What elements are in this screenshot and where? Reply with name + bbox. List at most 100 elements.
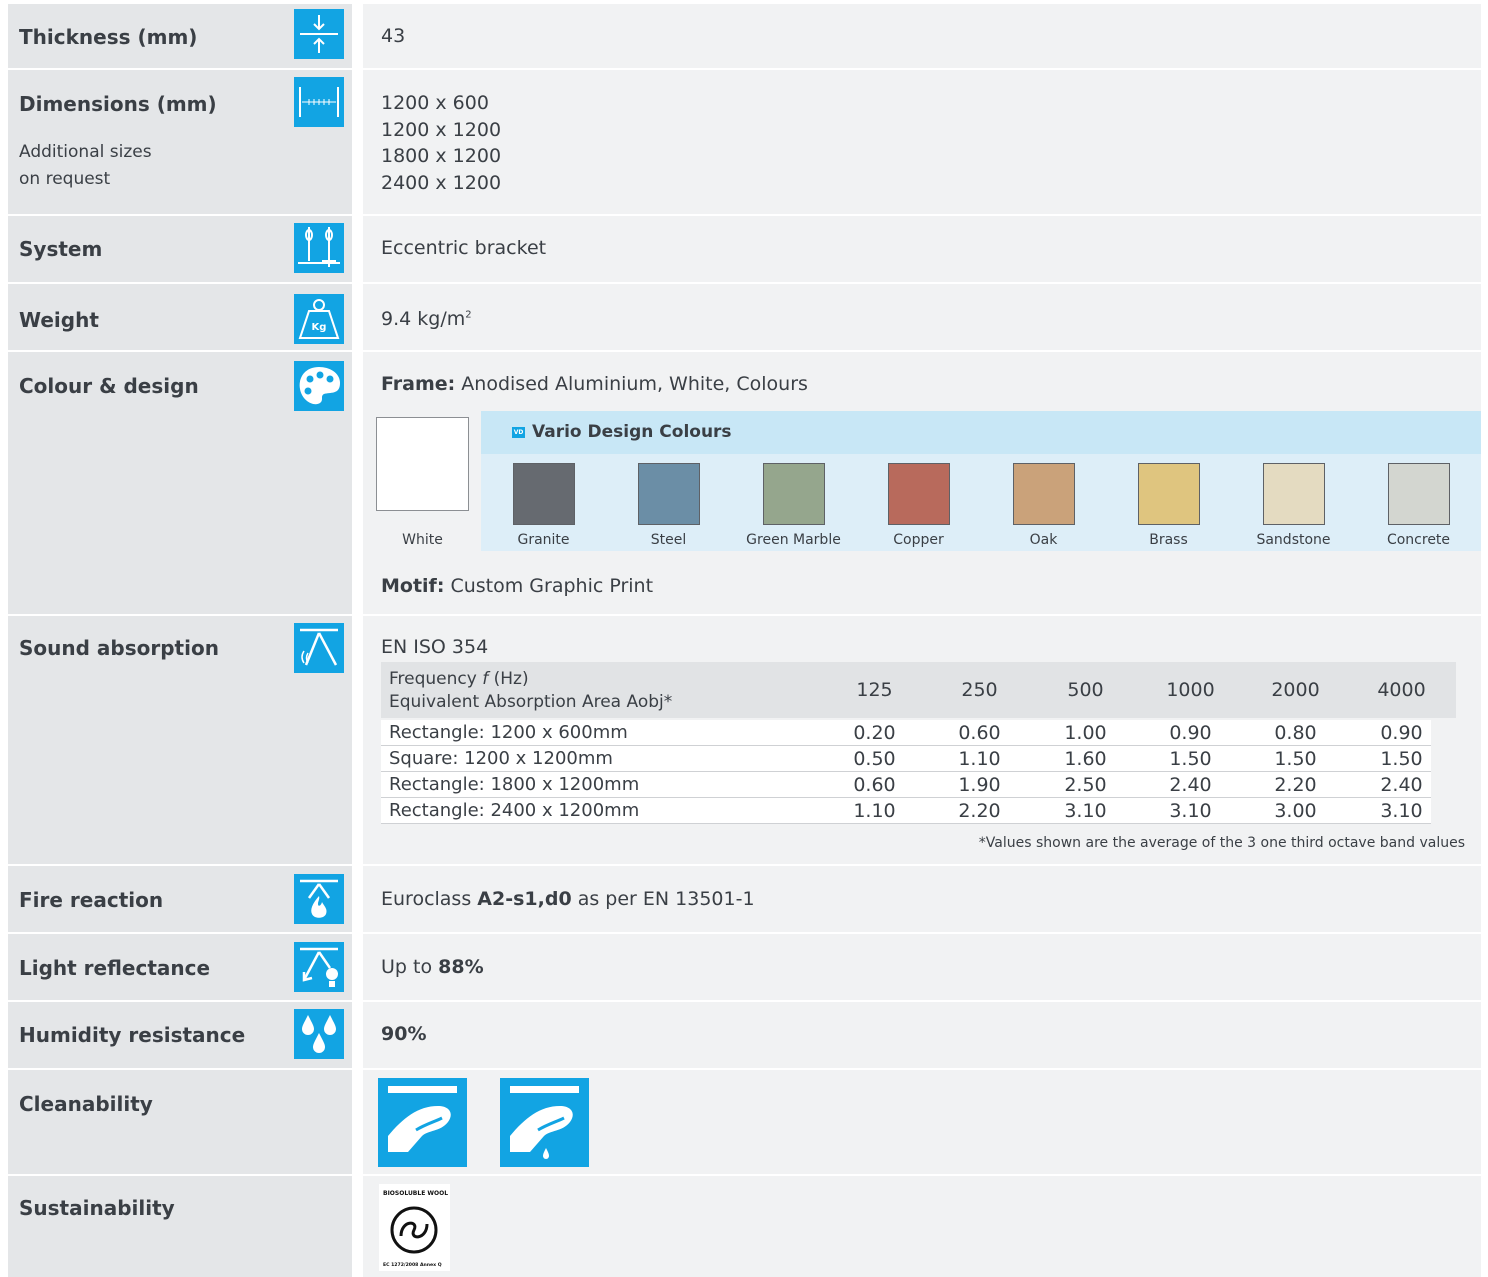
swatch-label: Copper [893,532,944,548]
label-cell: Colour & design [8,352,352,614]
palette-icon [294,361,344,411]
table-row: Square: 1200 x 1200mm 0.50 1.10 1.60 1.5… [381,746,1431,772]
weight-kg-icon: Kg [294,294,344,344]
white-swatch-label: White [402,532,443,548]
vario-design-badge: VD [512,427,525,438]
sound-absorption-label: Sound absorption [19,636,219,660]
value-cell: 90% [363,1002,1481,1068]
fire-reaction-icon [294,874,344,924]
light-reflectance-value: Up to 88% [381,956,484,978]
panel-size: Rectangle: 1800 x 1200mm [389,774,640,795]
weight-label: Weight [19,308,99,332]
colour-design-label: Colour & design [19,374,199,398]
frequency-column: 1000 [1166,679,1215,701]
wet-cleaning-icon [500,1078,589,1167]
fire-post: as per EN 13501-1 [571,888,755,910]
panel-size: Square: 1200 x 1200mm [389,748,613,769]
swatch-label: Oak [1029,532,1058,548]
frequency-column: 2000 [1271,679,1320,701]
table-cell: 1.50 [1380,748,1423,770]
table-cell: 3.10 [1064,800,1107,822]
value-cell: Up to 88% [363,934,1481,1000]
swatch-label: Granite [517,532,570,548]
cleanability-label: Cleanability [19,1092,153,1116]
light-pre: Up to [381,956,439,978]
value-cell: Euroclass A2-s1,d0 as per EN 13501-1 [363,866,1481,932]
humidity-drops-icon [294,1009,344,1059]
table-cell: 1.10 [958,748,1001,770]
table-row: Rectangle: 1200 x 600mm 0.20 0.60 1.00 0… [381,720,1431,746]
light-reflectance-icon [294,942,344,992]
swatch-label: Brass [1149,532,1188,548]
dimensions-row: Dimensions (mm) Additional sizes on requ… [8,70,1481,214]
colour-design-row: Colour & design Frame: Anodised Aluminiu… [8,352,1481,614]
table-cell: 3.00 [1274,800,1317,822]
table-cell: 1.50 [1274,748,1317,770]
weight-icon-text: Kg [312,322,327,333]
motif-value: Custom Graphic Print [450,575,654,597]
light-reflectance-label: Light reflectance [19,956,211,980]
sound-footnote: *Values shown are the average of the 3 o… [978,835,1465,851]
motif-text: Motif: Custom Graphic Print [381,575,653,597]
biosoluble-logo-caption: EC 1272/2008 Annex Q [383,1262,442,1268]
dimensions-note-line1: Additional sizes [19,142,152,162]
swatch-color [1013,463,1075,525]
thickness-value: 43 [381,25,406,47]
humidity-resistance-row: Humidity resistance 90% [8,1002,1481,1068]
swatch-label: Steel [650,532,687,548]
motif-label: Motif: [381,575,445,597]
panel-size: Rectangle: 1200 x 600mm [389,722,628,743]
table-cell: 0.90 [1169,722,1212,744]
dimensions-label: Dimensions (mm) [19,92,217,116]
label-cell: Weight Kg [8,284,352,350]
label-cell: System [8,216,352,282]
dimensions-list: 1200 x 600 1200 x 1200 1800 x 1200 2400 … [381,90,501,196]
swatch-color [763,463,825,525]
fire-reaction-value: Euroclass A2-s1,d0 as per EN 13501-1 [381,888,755,910]
swatch-label: Green Marble [746,532,841,548]
label-cell: Sustainability [8,1176,352,1277]
frequency-column: 4000 [1377,679,1426,701]
value-cell: 1200 x 600 1200 x 1200 1800 x 1200 2400 … [363,70,1481,214]
label-cell: Light reflectance [8,934,352,1000]
swatch-label: Concrete [1386,532,1451,548]
table-cell: 2.40 [1380,774,1423,796]
absorption-area-header: Equivalent Absorption Area Aobj* [389,692,673,712]
frequency-header-pre: Frequency [389,669,483,689]
humidity-resistance-label: Humidity resistance [19,1023,246,1047]
humidity-resistance-value: 90% [381,1023,427,1045]
vario-design-header: VD Vario Design Colours [481,411,1481,454]
white-swatch [376,417,469,511]
table-cell: 1.00 [1064,722,1107,744]
panel-size: Rectangle: 2400 x 1200mm [389,800,640,821]
weight-number: 9.4 kg/m [381,308,466,330]
light-reflectance-percent: 88% [438,956,484,978]
value-cell: BIOSOLUBLE WOOL EC 1272/2008 Annex Q [363,1176,1481,1277]
fire-pre: Euroclass [381,888,478,910]
light-reflectance-row: Light reflectance Up to 88% [8,934,1481,1000]
swatch-color [513,463,575,525]
sound-absorption-icon [294,623,344,673]
table-cell: 1.90 [958,774,1001,796]
table-cell: 3.10 [1380,800,1423,822]
system-value: Eccentric bracket [381,237,547,259]
value-cell: 9.4 kg/m2 [363,284,1481,350]
dimensions-note-line2: on request [19,169,111,189]
label-cell: Fire reaction [8,866,352,932]
sustainability-label: Sustainability [19,1196,175,1220]
biosoluble-wool-logo: BIOSOLUBLE WOOL EC 1272/2008 Annex Q [379,1184,450,1271]
system-label: System [19,237,103,261]
frequency-header: Frequency f (Hz) [389,668,529,690]
euroclass-rating: A2-s1,d0 [477,888,572,910]
dimension-size: 1200 x 1200 [381,118,502,141]
table-cell: 0.60 [853,774,896,796]
swatch-color [1263,463,1325,525]
frequency-column: 125 [856,679,893,701]
system-row: System Eccentric bracket [8,216,1481,282]
value-cell: Eccentric bracket [363,216,1481,282]
dry-cleaning-icon [378,1078,467,1167]
table-row: Rectangle: 1800 x 1200mm 0.60 1.90 2.50 … [381,772,1431,798]
vario-design-title: Vario Design Colours [532,422,732,442]
table-cell: 2.50 [1064,774,1107,796]
swatch-label: Sandstone [1256,532,1331,548]
